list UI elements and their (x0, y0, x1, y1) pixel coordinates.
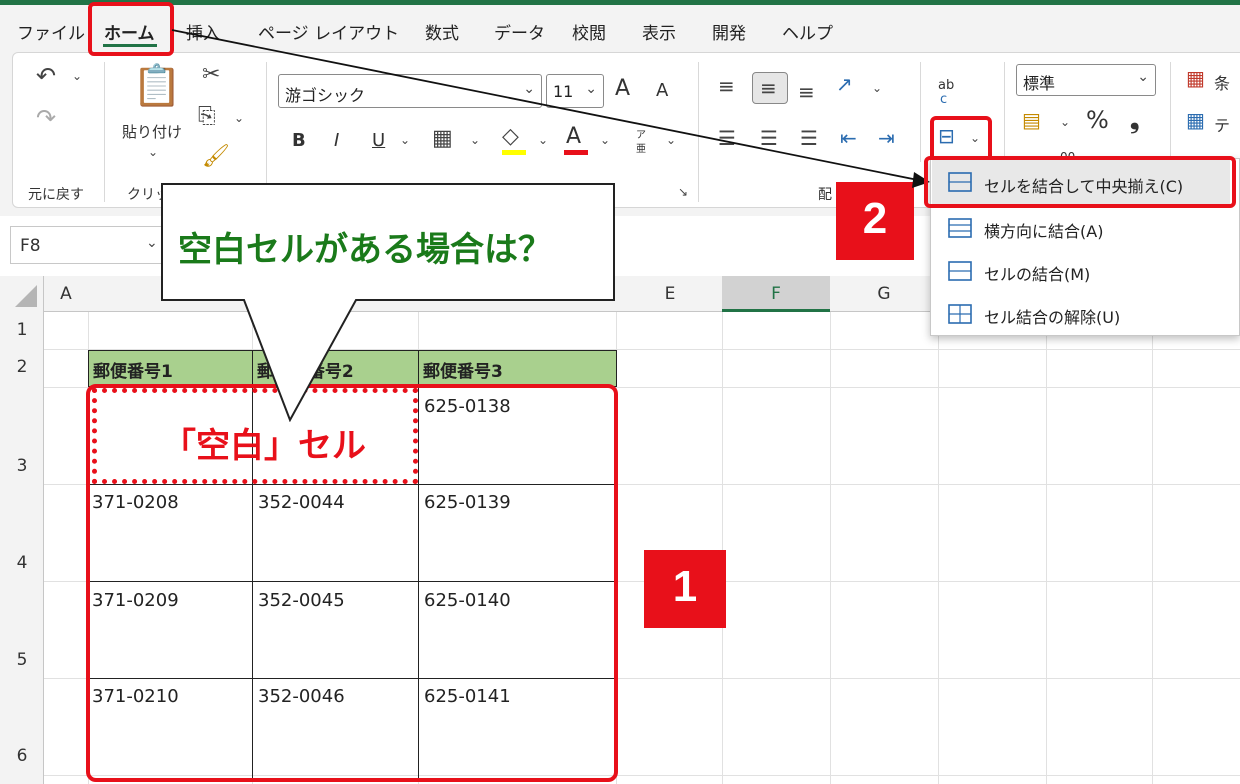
unmerge-cells-icon (948, 304, 972, 324)
menu-item-unmerge[interactable]: セル結合の解除(U) (984, 304, 1120, 328)
merge-cells-icon (948, 261, 972, 281)
menu-item-merge-across[interactable]: 横方向に結合(A) (984, 218, 1103, 242)
highlight-merge-center-item (924, 156, 1236, 208)
pointer-arrow (171, 29, 930, 188)
menu-item-merge-cells[interactable]: セルの結合(M) (984, 261, 1090, 285)
merge-across-icon (948, 218, 972, 238)
